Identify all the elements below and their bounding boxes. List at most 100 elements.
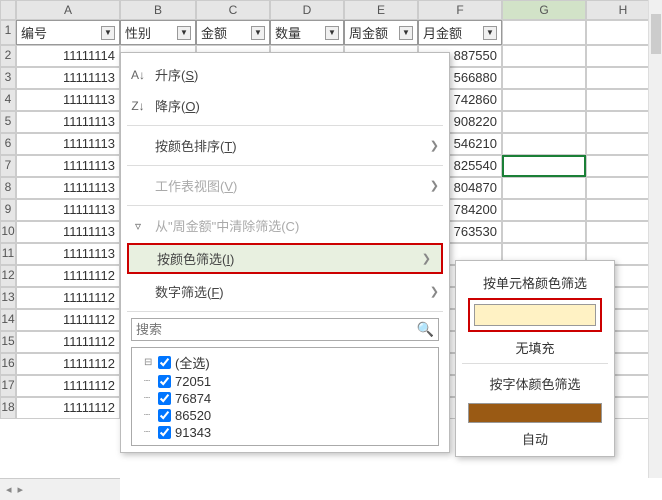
cell[interactable]: 11111112 xyxy=(16,353,120,375)
cell[interactable]: 11111113 xyxy=(16,243,120,265)
row-header[interactable]: 17 xyxy=(0,375,16,397)
checkbox[interactable] xyxy=(158,375,171,388)
cell[interactable] xyxy=(502,199,586,221)
row-header[interactable]: 18 xyxy=(0,397,16,419)
cell[interactable]: 11111113 xyxy=(16,177,120,199)
cell[interactable] xyxy=(502,177,586,199)
checkbox[interactable] xyxy=(158,392,171,405)
checkbox[interactable] xyxy=(158,409,171,422)
checkbox[interactable] xyxy=(158,356,171,369)
cell[interactable]: 11111113 xyxy=(16,67,120,89)
collapse-icon[interactable]: ⊟ xyxy=(144,357,154,368)
row-header[interactable]: 13 xyxy=(0,287,16,309)
tree-item[interactable]: ⊟(全选) xyxy=(138,352,432,373)
swatch-brown[interactable] xyxy=(468,403,602,423)
row-header[interactable]: 8 xyxy=(0,177,16,199)
swatch-yellow[interactable] xyxy=(474,304,596,326)
col-header-selected[interactable]: G xyxy=(502,0,586,20)
col-header[interactable]: F xyxy=(418,0,502,20)
sort-desc-icon: Z↓ xyxy=(129,99,147,113)
cell[interactable]: 11111114 xyxy=(16,45,120,67)
filter-header-C[interactable]: 金额▼ xyxy=(196,20,270,45)
cell[interactable] xyxy=(502,67,586,89)
row-header[interactable]: 12 xyxy=(0,265,16,287)
corner-cell[interactable] xyxy=(0,0,16,20)
dropdown-icon[interactable]: ▼ xyxy=(251,26,265,40)
cell[interactable]: 11111113 xyxy=(16,221,120,243)
col-header[interactable]: E xyxy=(344,0,418,20)
tree-item[interactable]: ┈76874 xyxy=(138,390,432,407)
cell[interactable] xyxy=(502,89,586,111)
sort-asc[interactable]: A↓升序(S) xyxy=(121,59,449,90)
sort-by-color[interactable]: 按颜色排序(T)❯ xyxy=(121,130,449,161)
cell[interactable] xyxy=(502,20,586,45)
filter-header-A[interactable]: 编号▼ xyxy=(16,20,120,45)
dropdown-icon[interactable]: ▼ xyxy=(325,26,339,40)
cell[interactable] xyxy=(502,221,586,243)
tab-nav-icon[interactable]: ◂ xyxy=(6,483,12,496)
cell[interactable]: 11111113 xyxy=(16,199,120,221)
cell[interactable] xyxy=(502,133,586,155)
row-header[interactable]: 5 xyxy=(0,111,16,133)
tree-dash: ┈ xyxy=(144,410,154,421)
auto-option[interactable]: 自动 xyxy=(462,429,608,448)
cell[interactable]: 11111113 xyxy=(16,133,120,155)
dropdown-icon[interactable]: ▼ xyxy=(101,26,115,40)
sort-desc[interactable]: Z↓降序(O) xyxy=(121,90,449,121)
row-header[interactable]: 11 xyxy=(0,243,16,265)
row-header[interactable]: 9 xyxy=(0,199,16,221)
row-header[interactable]: 15 xyxy=(0,331,16,353)
filter-header-E[interactable]: 周金额▼ xyxy=(344,20,418,45)
cell[interactable]: 11111113 xyxy=(16,89,120,111)
filter-header-F[interactable]: 月金额▼ xyxy=(418,20,502,45)
cell[interactable] xyxy=(502,111,586,133)
dropdown-icon[interactable]: ▼ xyxy=(399,26,413,40)
row-header[interactable]: 1 xyxy=(0,20,16,45)
cell[interactable]: 11111113 xyxy=(16,111,120,133)
tree-dash: ┈ xyxy=(144,376,154,387)
search-field[interactable]: 🔍 xyxy=(131,318,439,341)
no-fill-option[interactable]: 无填充 xyxy=(462,338,608,357)
row-header[interactable]: 14 xyxy=(0,309,16,331)
tab-nav-icon[interactable]: ▸ xyxy=(18,483,24,496)
row-header[interactable]: 10 xyxy=(0,221,16,243)
filter-by-color[interactable]: 按颜色筛选(I)❯ xyxy=(127,243,443,274)
tree-item[interactable]: ┈72051 xyxy=(138,373,432,390)
cell[interactable]: 11111112 xyxy=(16,309,120,331)
col-header[interactable]: A xyxy=(16,0,120,20)
cell[interactable] xyxy=(502,45,586,67)
col-header[interactable]: B xyxy=(120,0,196,20)
sheet-tabs[interactable]: ◂▸ xyxy=(0,478,120,500)
checkbox[interactable] xyxy=(158,426,171,439)
col-header[interactable]: C xyxy=(196,0,270,20)
color-swatch-highlighted[interactable] xyxy=(468,298,602,332)
row-header[interactable]: 6 xyxy=(0,133,16,155)
scrollbar-thumb[interactable] xyxy=(651,14,661,54)
col-header[interactable]: D xyxy=(270,0,344,20)
cell[interactable]: 11111112 xyxy=(16,331,120,353)
filter-header-D[interactable]: 数量▼ xyxy=(270,20,344,45)
filter-header-B[interactable]: 性别▼ xyxy=(120,20,196,45)
dropdown-icon[interactable]: ▼ xyxy=(177,26,191,40)
tree-item[interactable]: ┈86520 xyxy=(138,407,432,424)
cell[interactable]: 11111112 xyxy=(16,375,120,397)
row-header[interactable]: 3 xyxy=(0,67,16,89)
tree-item[interactable]: ┈91343 xyxy=(138,424,432,441)
search-input[interactable] xyxy=(136,322,417,337)
funnel-icon: ▿ xyxy=(129,219,147,233)
dropdown-icon[interactable]: ▼ xyxy=(483,26,497,40)
filter-values-tree[interactable]: ⊟(全选) ┈72051 ┈76874 ┈86520 ┈91343 xyxy=(131,347,439,446)
number-filter[interactable]: 数字筛选(F)❯ xyxy=(121,276,449,307)
cell[interactable]: 11111113 xyxy=(16,155,120,177)
cell[interactable]: 11111112 xyxy=(16,265,120,287)
row-header[interactable]: 16 xyxy=(0,353,16,375)
cell[interactable]: 11111112 xyxy=(16,287,120,309)
row-header[interactable]: 7 xyxy=(0,155,16,177)
vertical-scrollbar[interactable] xyxy=(648,0,662,478)
submenu-title: 按单元格颜色筛选 xyxy=(462,269,608,298)
active-cell[interactable] xyxy=(502,155,586,177)
row-header[interactable]: 4 xyxy=(0,89,16,111)
row-header[interactable]: 2 xyxy=(0,45,16,67)
separator xyxy=(462,363,608,364)
cell[interactable]: 11111112 xyxy=(16,397,120,419)
